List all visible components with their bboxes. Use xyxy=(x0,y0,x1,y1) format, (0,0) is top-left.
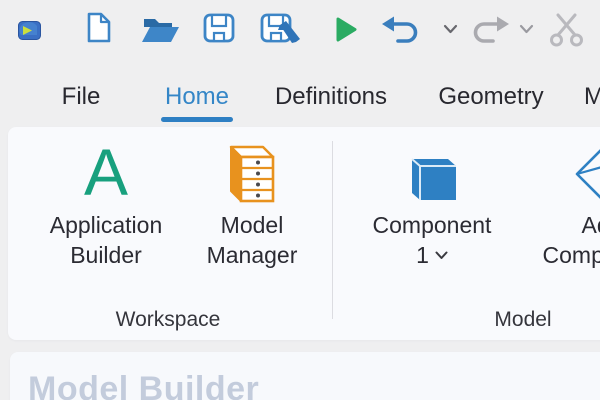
component-1-label-1: Component xyxy=(373,210,492,240)
application-builder-label-1: Application xyxy=(50,210,163,240)
tab-home[interactable]: Home xyxy=(165,82,229,112)
tab-file[interactable]: File xyxy=(62,82,101,112)
add-component-icon xyxy=(573,139,600,203)
model-group-label: Model xyxy=(494,310,551,330)
application-builder-icon: A xyxy=(84,139,128,203)
undo-icon[interactable] xyxy=(381,15,423,43)
application-builder-label-2: Builder xyxy=(70,240,142,270)
ribbon-group-divider xyxy=(332,141,333,319)
model-manager-icon xyxy=(225,139,279,203)
model-manager-label-1: Model xyxy=(221,210,284,240)
redo-dropdown-icon[interactable] xyxy=(519,24,534,34)
model-builder-title: Model Builder xyxy=(28,370,259,400)
ribbon-panel: A Application Builder xyxy=(8,127,600,340)
tab-materials[interactable]: Materials xyxy=(584,82,600,112)
new-file-icon[interactable] xyxy=(87,12,111,43)
component-dropdown-icon[interactable] xyxy=(435,251,448,260)
cut-icon xyxy=(549,13,584,47)
component-cube-icon xyxy=(404,139,460,203)
save-icon[interactable] xyxy=(203,13,235,43)
add-component-label-2: Component xyxy=(543,240,600,270)
run-icon[interactable] xyxy=(336,17,357,42)
open-file-icon[interactable] xyxy=(142,16,180,42)
model-builder-panel: Model Builder xyxy=(10,352,600,400)
component-1-button[interactable]: Component 1 xyxy=(357,139,507,270)
redo-icon xyxy=(468,15,510,43)
save-as-icon[interactable] xyxy=(260,12,302,44)
model-manager-button[interactable]: Model Manager xyxy=(177,139,327,270)
application-builder-button[interactable]: A Application Builder xyxy=(31,139,181,270)
add-component-button[interactable]: Add Component xyxy=(527,139,600,270)
workspace-group-label: Workspace xyxy=(116,310,221,330)
comsol-window: File Home Definitions Geometry Materials… xyxy=(0,0,600,400)
tab-definitions[interactable]: Definitions xyxy=(275,82,387,112)
tab-geometry[interactable]: Geometry xyxy=(438,82,543,112)
undo-dropdown-icon[interactable] xyxy=(443,24,458,34)
model-manager-label-2: Manager xyxy=(207,240,298,270)
app-logo-icon xyxy=(18,21,41,40)
component-1-label-2: 1 xyxy=(416,240,429,270)
add-component-label-1: Add xyxy=(582,210,600,240)
active-tab-underline xyxy=(161,117,233,122)
